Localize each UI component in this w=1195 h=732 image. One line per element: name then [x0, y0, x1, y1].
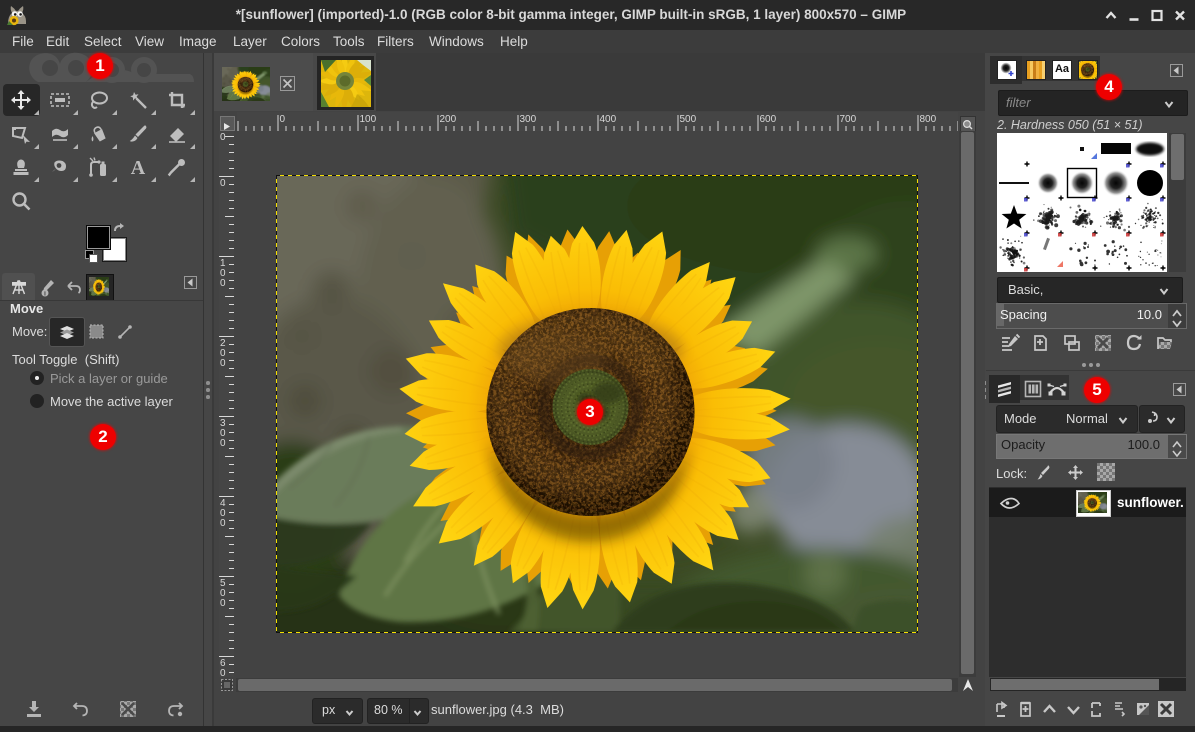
svg-text:500: 500 [680, 114, 697, 125]
svg-text:0: 0 [220, 598, 226, 609]
svg-text:0: 0 [220, 668, 226, 677]
svg-text:200: 200 [440, 114, 457, 125]
svg-text:A: A [131, 157, 146, 179]
svg-text:700: 700 [840, 114, 857, 125]
svg-text:400: 400 [600, 114, 617, 125]
svg-text:600: 600 [760, 114, 777, 125]
svg-text:0: 0 [280, 114, 286, 125]
svg-text:0: 0 [220, 278, 226, 289]
svg-text:100: 100 [360, 114, 377, 125]
svg-text:800: 800 [920, 114, 937, 125]
svg-text:300: 300 [520, 114, 537, 125]
svg-text:0: 0 [220, 438, 226, 449]
svg-text:0: 0 [220, 178, 226, 189]
svg-text:0: 0 [220, 132, 226, 143]
svg-text:0: 0 [220, 518, 226, 529]
svg-text:0: 0 [220, 358, 226, 369]
